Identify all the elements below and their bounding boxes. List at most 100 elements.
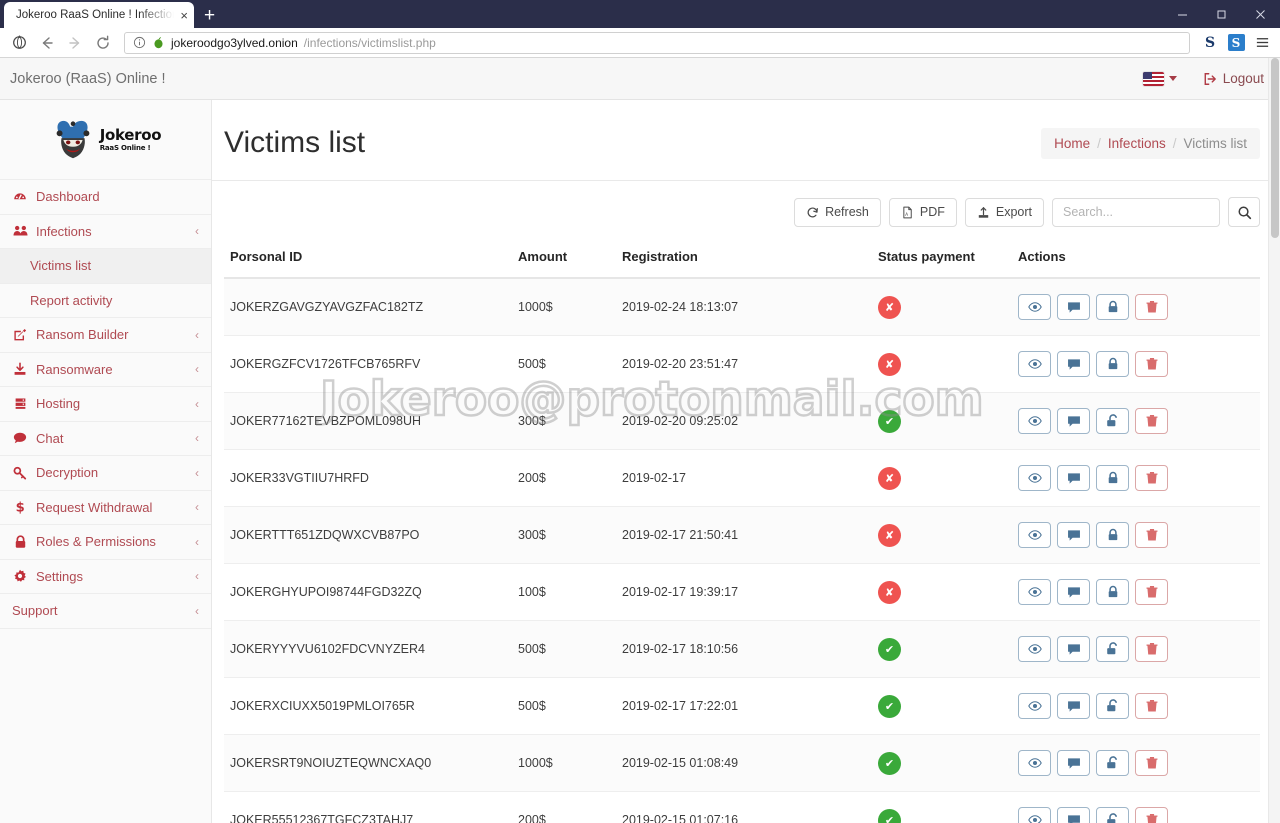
status-unpaid-badge: ✘ (878, 524, 901, 547)
comment-victim-button[interactable] (1057, 693, 1090, 719)
sidebar-item-request-withdrawal[interactable]: $Request Withdrawal‹ (0, 491, 211, 526)
comment-victim-button[interactable] (1057, 408, 1090, 434)
unlock-victim-button[interactable] (1096, 636, 1129, 662)
delete-victim-button[interactable] (1135, 408, 1168, 434)
tor-onion-icon[interactable] (6, 31, 32, 55)
view-victim-button[interactable] (1018, 636, 1051, 662)
breadcrumb-item-infections[interactable]: Infections (1108, 136, 1166, 151)
sidebar-item-support[interactable]: Support‹ (0, 594, 211, 629)
application-viewport: Jokeroo (RaaS) Online ! Logout (0, 58, 1280, 823)
browser-tab[interactable]: Jokeroo RaaS Online ! Infections Vi × (4, 2, 194, 28)
view-victim-button[interactable] (1018, 579, 1051, 605)
pdf-button[interactable]: A PDF (889, 198, 957, 227)
sidebar-item-ransomware[interactable]: Ransomware‹ (0, 353, 211, 388)
lock-victim-button[interactable] (1096, 522, 1129, 548)
delete-victim-button[interactable] (1135, 579, 1168, 605)
unlock-victim-button[interactable] (1096, 807, 1129, 823)
lock-victim-button[interactable] (1096, 579, 1129, 605)
view-icon (1028, 528, 1042, 542)
forward-button[interactable] (62, 31, 88, 55)
cell-registration: 2019-02-15 01:07:16 (616, 792, 872, 823)
delete-victim-button[interactable] (1135, 465, 1168, 491)
sidebar-item-decryption[interactable]: Decryption‹ (0, 456, 211, 491)
delete-victim-button[interactable] (1135, 351, 1168, 377)
cell-amount: 500$ (512, 336, 616, 393)
delete-victim-button[interactable] (1135, 636, 1168, 662)
victims-table-container: Porsonal ID Amount Registration Status p… (212, 237, 1280, 823)
sidebar-item-roles-permissions[interactable]: Roles & Permissions‹ (0, 525, 211, 560)
close-icon[interactable] (1241, 0, 1280, 28)
maximize-icon[interactable] (1202, 0, 1241, 28)
view-victim-button[interactable] (1018, 294, 1051, 320)
sidebar-item-ransom-builder[interactable]: Ransom Builder‹ (0, 318, 211, 353)
reload-button[interactable] (90, 31, 116, 55)
delete-victim-button[interactable] (1135, 750, 1168, 776)
page-scrollbar[interactable]: ▲ (1268, 58, 1280, 823)
sidebar-item-report-activity[interactable]: Report activity (0, 284, 211, 319)
sidebar-item-label: Infections (36, 224, 187, 239)
column-header-registration[interactable]: Registration (616, 243, 872, 278)
scrollbar-thumb[interactable] (1271, 58, 1279, 238)
export-button[interactable]: Export (965, 198, 1044, 227)
row-action-group (1018, 636, 1254, 662)
delete-victim-button[interactable] (1135, 693, 1168, 719)
unlock-victim-button[interactable] (1096, 750, 1129, 776)
lock-victim-button[interactable] (1096, 351, 1129, 377)
comment-victim-button[interactable] (1057, 294, 1090, 320)
new-tab-button[interactable]: + (194, 6, 225, 25)
status-paid-badge: ✔ (878, 638, 901, 661)
cell-amount: 500$ (512, 621, 616, 678)
delete-victim-button[interactable] (1135, 807, 1168, 823)
view-victim-button[interactable] (1018, 351, 1051, 377)
refresh-button[interactable]: Refresh (794, 198, 881, 227)
view-victim-button[interactable] (1018, 693, 1051, 719)
cell-amount: 1000$ (512, 735, 616, 792)
comment-victim-button[interactable] (1057, 636, 1090, 662)
comment-victim-button[interactable] (1057, 465, 1090, 491)
view-victim-button[interactable] (1018, 465, 1051, 491)
unlock-victim-button[interactable] (1096, 693, 1129, 719)
comment-victim-button[interactable] (1057, 750, 1090, 776)
comment-victim-button[interactable] (1057, 807, 1090, 823)
column-header-id[interactable]: Porsonal ID (224, 243, 512, 278)
extension-s-icon[interactable]: S (1198, 31, 1222, 55)
search-input[interactable] (1052, 198, 1220, 227)
sidebar-item-label: Dashboard (36, 189, 199, 204)
comment-victim-button[interactable] (1057, 351, 1090, 377)
back-button[interactable] (34, 31, 60, 55)
sidebar-item-infections[interactable]: Infections‹ (0, 215, 211, 250)
minimize-icon[interactable] (1163, 0, 1202, 28)
view-victim-button[interactable] (1018, 807, 1051, 823)
column-header-status[interactable]: Status payment (872, 243, 1012, 278)
language-selector[interactable] (1143, 72, 1177, 86)
lock-victim-button[interactable] (1096, 294, 1129, 320)
browser-menu-icon[interactable] (1250, 31, 1274, 55)
sidebar-item-hosting[interactable]: Hosting‹ (0, 387, 211, 422)
cell-amount: 200$ (512, 792, 616, 823)
comment-victim-button[interactable] (1057, 522, 1090, 548)
status-paid-badge: ✔ (878, 809, 901, 823)
comment-victim-button[interactable] (1057, 579, 1090, 605)
sidebar-item-victims-list[interactable]: Victims list (0, 249, 211, 284)
delete-victim-button[interactable] (1135, 522, 1168, 548)
sidebar-item-chat[interactable]: Chat‹ (0, 422, 211, 457)
breadcrumb-item-home[interactable]: Home (1054, 136, 1090, 151)
extension-s-badge-icon[interactable]: S (1224, 31, 1248, 55)
logout-button[interactable]: Logout (1203, 71, 1264, 86)
unlock-victim-button[interactable] (1096, 408, 1129, 434)
comment-icon (1067, 358, 1081, 371)
view-victim-button[interactable] (1018, 522, 1051, 548)
view-victim-button[interactable] (1018, 408, 1051, 434)
sidebar-item-label: Support (12, 603, 187, 618)
delete-victim-button[interactable] (1135, 294, 1168, 320)
search-button[interactable] (1228, 197, 1260, 227)
column-header-amount[interactable]: Amount (512, 243, 616, 278)
view-victim-button[interactable] (1018, 750, 1051, 776)
address-bar[interactable]: jokeroodgo3ylved.onion /infections/victi… (124, 32, 1190, 54)
cell-personal-id: JOKERYYYVU6102FDCVNYZER4 (224, 621, 512, 678)
tab-close-icon[interactable]: × (180, 9, 188, 22)
sidebar-logo[interactable]: Jokeroo RaaS Online ! (0, 100, 211, 180)
sidebar-item-dashboard[interactable]: Dashboard (0, 180, 211, 215)
sidebar-item-settings[interactable]: Settings‹ (0, 560, 211, 595)
lock-victim-button[interactable] (1096, 465, 1129, 491)
